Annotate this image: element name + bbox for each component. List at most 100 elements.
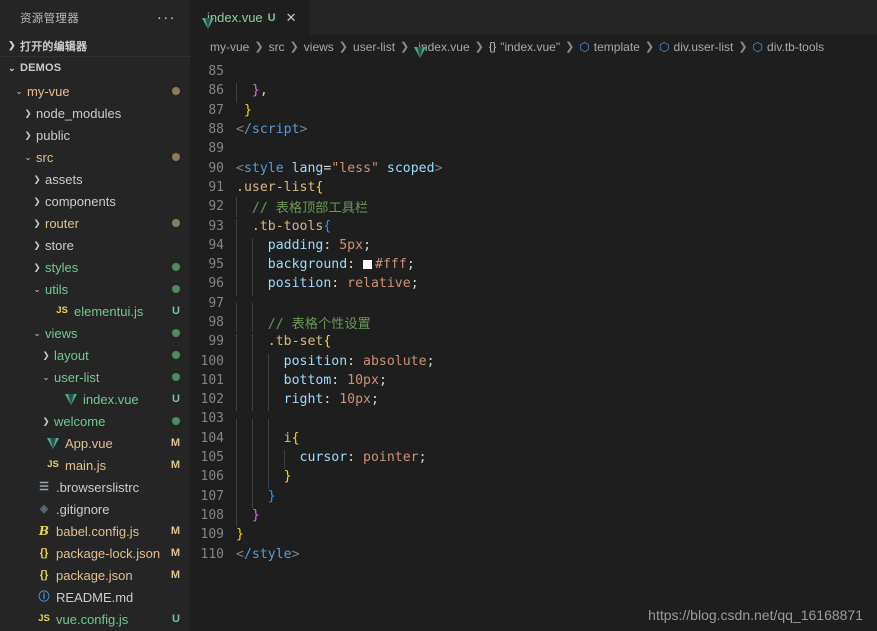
git-status-dot (172, 373, 180, 381)
indent-guide (251, 237, 253, 258)
tree-item-app-vue[interactable]: App.vue M (0, 432, 190, 454)
git-status-badge: U (172, 305, 180, 317)
indent-guide (267, 353, 269, 373)
code-line: 85 (190, 62, 877, 81)
section-demos[interactable]: ⌄ DEMOS (0, 57, 190, 79)
line-number: 98 (208, 315, 224, 330)
breadcrumb-item[interactable]: my-vue (210, 40, 249, 54)
git-status-dot (172, 351, 180, 359)
git-status-dot (172, 329, 180, 337)
breadcrumb-item[interactable]: ⬡ div.user-list (659, 40, 733, 54)
chevron-down-icon: ⌄ (8, 62, 16, 73)
code-text: .user-list{ (236, 179, 324, 195)
breadcrumb-item[interactable]: ⬡ template (579, 40, 640, 54)
chevron-down-icon: ⌄ (24, 151, 32, 162)
git-status-dot (172, 417, 180, 425)
code-line: 103 (190, 409, 877, 439)
tree-item--gitignore[interactable]: ◈ .gitignore (0, 498, 190, 520)
tree-item-label: utils (45, 281, 69, 297)
code-text: } (243, 102, 252, 118)
tree-item-user-list[interactable]: ⌄ user-list (0, 366, 190, 388)
breadcrumb-item[interactable]: index.vue (414, 40, 469, 54)
editor-group: index.vue U ✕ my-vue ❯ src ❯ views ❯ user-list… (190, 0, 877, 631)
chevron-right-icon: ❯ (33, 261, 41, 272)
tree-item-babel-config-js[interactable]: Bbabel.config.js M (0, 520, 190, 542)
breadcrumb-separator-icon: ❯ (474, 41, 484, 53)
breadcrumb-separator-icon: ❯ (644, 41, 655, 53)
code-line: 89 (190, 139, 877, 158)
chevron-right-icon: ❯ (42, 349, 50, 360)
breadcrumb-item[interactable]: user-list (353, 40, 395, 54)
indent-guide (251, 392, 253, 412)
tree-item-views[interactable]: ⌄ views (0, 322, 190, 344)
tree-item-my-vue[interactable]: ⌄ my-vue (0, 80, 190, 102)
tree-item-store[interactable]: ❯ store (0, 234, 190, 256)
indent-guide (267, 469, 269, 489)
tree-item-src[interactable]: ⌄ src (0, 146, 190, 168)
code-text: <style lang="less" scoped> (236, 160, 443, 176)
tree-item-utils[interactable]: ⌄ utils (0, 278, 190, 300)
tree-item-layout[interactable]: ❯ layout (0, 344, 190, 366)
more-actions-icon[interactable]: ··· (151, 10, 182, 25)
info-icon: ⓘ (38, 590, 50, 603)
line-number: 103 (200, 411, 224, 427)
breadcrumb-item[interactable]: views (304, 40, 334, 54)
indent-guide (267, 430, 269, 451)
tree-item-welcome[interactable]: ❯ welcome (0, 410, 190, 432)
indent-guide (236, 237, 237, 258)
js-icon: JS (38, 613, 50, 625)
code-line: 86 }, (190, 81, 877, 103)
tree-item-index-vue[interactable]: index.vue U (0, 388, 190, 410)
indent-guide (267, 450, 269, 470)
breadcrumb-item[interactable]: ⬡ div.tb-tools (753, 40, 825, 54)
tree-item-node-modules[interactable]: ❯ node_modules (0, 102, 190, 124)
line-number: 93 (208, 218, 224, 234)
tab-index-vue[interactable]: index.vue U ✕ (190, 0, 311, 35)
line-number: 105 (200, 450, 224, 466)
code-editor[interactable]: 85 86 }, 87 } 88 </script> 89 90 <style lang="l… (190, 58, 877, 631)
tree-item-label: user-list (54, 369, 100, 385)
chevron-right-icon: ❯ (42, 415, 50, 426)
indent-guide (251, 257, 253, 277)
code-line: 109} (190, 525, 877, 544)
tree-item-label: node_modules (36, 105, 122, 121)
indent-guide (251, 450, 253, 470)
tree-item-components[interactable]: ❯ components (0, 190, 190, 212)
git-status-badge: M (170, 525, 180, 537)
tree-item-elementui-js[interactable]: JS elementui.js U (0, 300, 190, 322)
vue-icon (63, 393, 79, 405)
close-icon[interactable]: ✕ (283, 9, 300, 26)
line-number: 92 (208, 199, 224, 215)
tree-item-assets[interactable]: ❯ assets (0, 168, 190, 190)
git-status-badge: U (172, 393, 180, 405)
indent-guide (236, 276, 237, 296)
tree-item-package-lock-json[interactable]: {} package-lock.json M (0, 542, 190, 564)
section-open-editors[interactable]: ❯ 打开的编辑器 (0, 35, 190, 57)
line-number: 97 (208, 295, 224, 311)
code-line: 106 } (190, 467, 877, 489)
tree-item--browserslistrc[interactable]: ☰ .browserslistrc (0, 476, 190, 498)
tree-item-router[interactable]: ❯ router (0, 212, 190, 234)
code-line: 91 .user-list{ (190, 178, 877, 197)
code-line: 90 <style lang="less" scoped> (190, 158, 877, 177)
tree-item-vue-config-js[interactable]: JS vue.config.js U (0, 608, 190, 630)
code-text: .tb-tools{ (236, 218, 331, 238)
tree-item-label: package-lock.json (56, 545, 161, 561)
git-status-dot (172, 263, 180, 271)
indent-guide (236, 334, 237, 354)
tree-item-package-json[interactable]: {} package.json M (0, 564, 190, 586)
breadcrumb-label: div.user-list (673, 39, 734, 54)
tree-item-public[interactable]: ❯ public (0, 124, 190, 146)
breadcrumb-item[interactable]: src (269, 40, 285, 54)
breadcrumb-item[interactable]: {} "index.vue" (489, 40, 560, 54)
tree-item-main-js[interactable]: JS main.js M (0, 454, 190, 476)
tree-item-readme-md[interactable]: ⓘ README.md (0, 586, 190, 608)
tree-item-styles[interactable]: ❯ styles (0, 256, 190, 278)
breadcrumb-separator-icon: ❯ (565, 41, 575, 53)
git-status-badge: M (170, 437, 180, 449)
code-text: } (236, 469, 292, 489)
chevron-down-icon: ⌄ (15, 85, 23, 96)
tree-item-label: styles (45, 259, 79, 275)
